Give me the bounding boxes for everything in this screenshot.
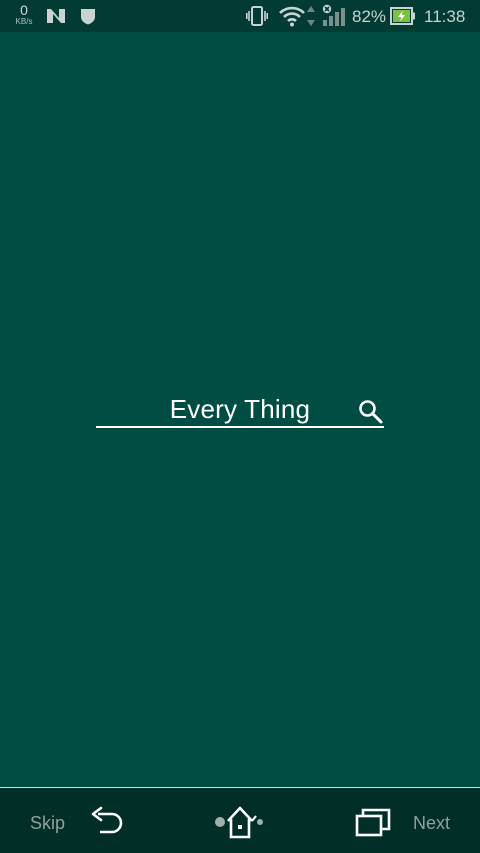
skip-button[interactable]: Skip <box>30 813 65 834</box>
battery-charging-icon <box>390 6 416 31</box>
home-icon[interactable] <box>212 802 268 847</box>
recent-apps-icon[interactable] <box>354 806 392 843</box>
navigation-bar: Skip Next <box>0 787 480 853</box>
shield-icon <box>80 8 96 30</box>
search-text[interactable]: Every Thing <box>96 394 384 425</box>
network-speed-unit: KB/s <box>15 17 33 26</box>
network-speed-value: 0 <box>20 2 28 18</box>
search-icon[interactable] <box>358 399 384 430</box>
vibrate-icon <box>246 6 268 31</box>
n-notification-icon <box>46 8 66 29</box>
no-signal-icon <box>320 4 346 33</box>
battery-percent: 82% <box>352 7 387 26</box>
clock-time: 11:38 <box>424 7 466 26</box>
status-bar: 0 KB/s 82% 11:38 <box>0 0 480 32</box>
network-speed: 0 KB/s <box>12 3 36 26</box>
screen: 0 KB/s 82% 11:38 Every Thing Skip Next <box>0 0 480 853</box>
data-arrows-icon <box>306 4 316 33</box>
search-bar[interactable]: Every Thing <box>96 388 384 428</box>
wifi-icon <box>278 5 306 32</box>
next-button[interactable]: Next <box>413 813 450 834</box>
back-icon[interactable] <box>90 806 126 843</box>
